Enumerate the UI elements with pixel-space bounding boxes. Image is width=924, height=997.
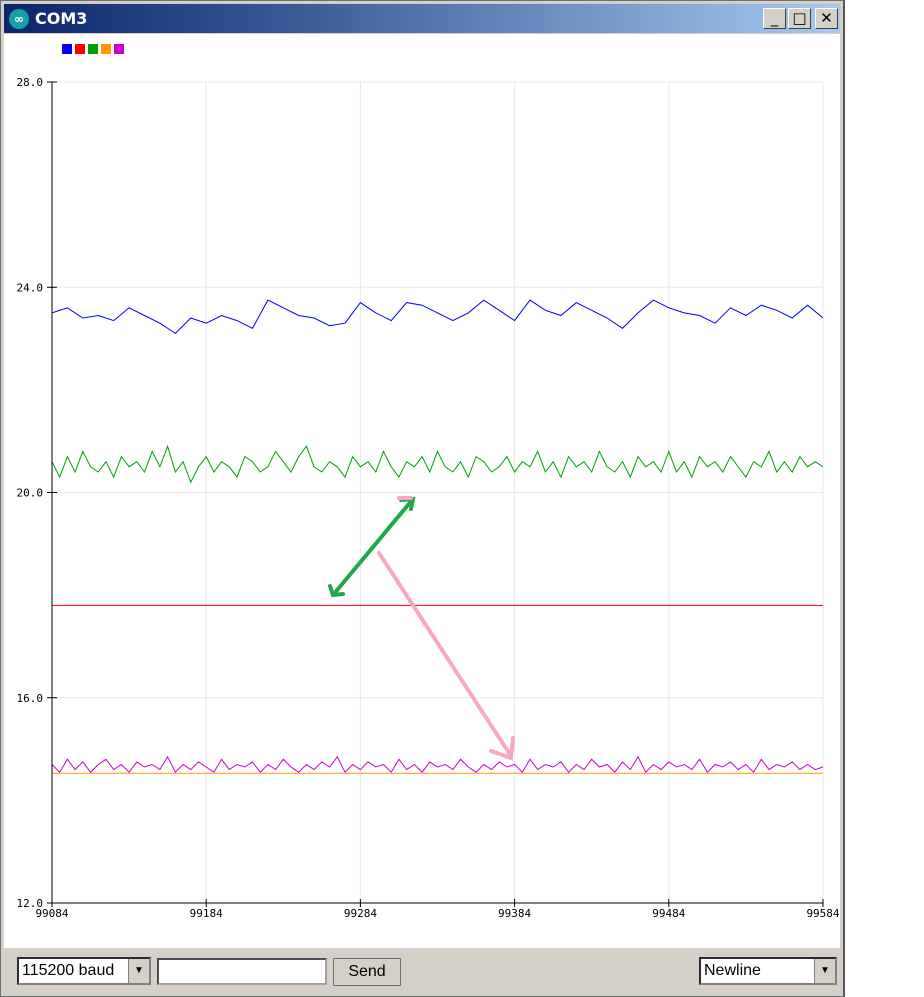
y-tick-label: 20.0 — [17, 487, 44, 500]
legend-swatch-series4 — [101, 44, 111, 54]
legend-swatch-series5 — [114, 44, 124, 54]
y-tick-label: 28.0 — [17, 76, 44, 89]
line-ending-select[interactable]: Newline ▼ — [699, 957, 837, 985]
plot-area: 12.0 16.0 20.0 24.0 28.0 99084 99184 99284 99384… — [4, 34, 840, 948]
chevron-down-icon[interactable]: ▼ — [814, 959, 835, 983]
x-tick-label: 99384 — [498, 907, 531, 920]
pink-annotation-arrow — [377, 496, 515, 761]
baud-rate-value: 115200 baud — [22, 962, 115, 979]
series-line-series1 — [51, 299, 824, 335]
y-tick-label: 24.0 — [17, 281, 44, 294]
bottom-toolbar: 115200 baud ▼ Send Newline ▼ — [4, 949, 840, 995]
series-line-series3 — [51, 444, 824, 484]
baud-rate-select[interactable]: 115200 baud ▼ — [17, 957, 151, 985]
x-tick-label: 99284 — [344, 907, 377, 920]
legend-swatch-series1 — [62, 44, 72, 54]
x-tick-label: 99084 — [35, 907, 68, 920]
serial-input[interactable] — [157, 958, 327, 985]
chevron-down-icon[interactable]: ▼ — [128, 959, 149, 983]
legend-swatch-series3 — [88, 44, 98, 54]
x-tick-label: 99484 — [652, 907, 685, 920]
legend-swatch-series2 — [75, 44, 85, 54]
x-tick-label: 99584 — [806, 907, 839, 920]
line-ending-value: Newline — [704, 962, 761, 979]
line-chart: 12.016.020.024.028.099084 99184 99284 99384… — [17, 44, 840, 920]
y-tick-label: 16.0 — [17, 692, 44, 705]
x-tick-label: 99184 — [190, 907, 223, 920]
send-button[interactable]: Send — [333, 958, 401, 986]
series-line-series5 — [51, 755, 824, 774]
green-annotation-arrow — [328, 496, 416, 598]
serial-plotter-window: ∞ COM3 _ □ ✕ 12.0 16.0 20.0 24.0 28.0 99084 99… — [0, 0, 845, 997]
